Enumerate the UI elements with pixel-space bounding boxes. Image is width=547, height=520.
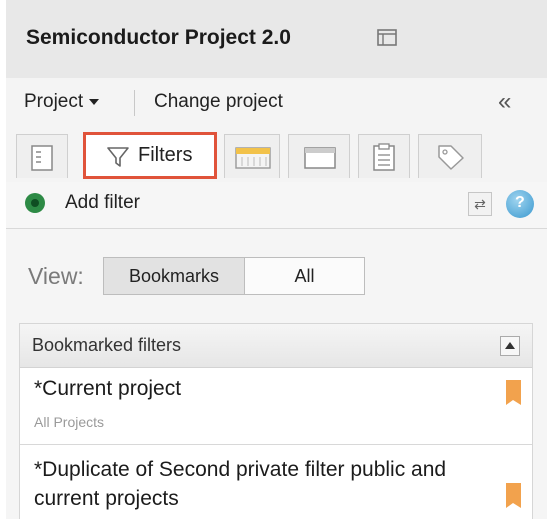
list-item[interactable]: *Duplicate of Second private filter publ… bbox=[20, 445, 532, 520]
tab-tags[interactable] bbox=[418, 134, 482, 178]
filter-toolbar: Add filter ⇄ ? bbox=[6, 182, 547, 229]
collapse-icon[interactable]: « bbox=[498, 88, 511, 116]
tab-timeline[interactable] bbox=[224, 134, 280, 178]
list-header: Bookmarked filters bbox=[20, 324, 532, 368]
title-bar: Semiconductor Project 2.0 bbox=[6, 0, 547, 78]
filter-name: *Current project bbox=[34, 377, 182, 400]
tab-details[interactable] bbox=[16, 134, 68, 178]
tab-filters[interactable]: Filters bbox=[83, 132, 217, 179]
view-toggle: Bookmarks All bbox=[103, 257, 365, 295]
bookmark-icon[interactable] bbox=[506, 380, 521, 405]
bookmark-icon[interactable] bbox=[506, 483, 521, 508]
help-icon[interactable]: ? bbox=[506, 190, 534, 218]
view-label: View: bbox=[28, 263, 84, 289]
timeline-icon bbox=[235, 147, 271, 169]
project-dropdown[interactable]: Project bbox=[24, 91, 100, 113]
tab-window[interactable] bbox=[288, 134, 350, 178]
filter-scope: All Projects bbox=[34, 414, 105, 430]
sync-icon[interactable]: ⇄ bbox=[468, 192, 492, 216]
filters-content: View: Bookmarks All Bookmarked filters *… bbox=[6, 229, 547, 520]
project-label: Project bbox=[24, 91, 84, 112]
clipboard-icon bbox=[373, 143, 395, 171]
filters-panel: Semiconductor Project 2.0 Project Change… bbox=[6, 0, 547, 520]
window-layout-icon[interactable] bbox=[377, 29, 397, 46]
bookmarked-filters-list: Bookmarked filters *Current project All … bbox=[19, 323, 533, 520]
project-bar: Project Change project « bbox=[6, 78, 547, 126]
add-filter-button[interactable]: Add filter bbox=[65, 192, 140, 214]
view-all-button[interactable]: All bbox=[245, 258, 364, 294]
chevron-down-icon bbox=[89, 98, 100, 105]
help-glyph: ? bbox=[515, 194, 525, 211]
tag-icon bbox=[438, 145, 464, 170]
view-bookmarks-button[interactable]: Bookmarks bbox=[104, 258, 245, 294]
list-header-label: Bookmarked filters bbox=[32, 335, 182, 355]
tab-filters-label: Filters bbox=[138, 144, 193, 166]
change-project-link[interactable]: Change project bbox=[154, 91, 283, 113]
page-title: Semiconductor Project 2.0 bbox=[26, 26, 291, 49]
list-item[interactable]: *Current project All Projects bbox=[20, 368, 532, 445]
add-icon[interactable] bbox=[25, 193, 45, 213]
scroll-up-button[interactable] bbox=[500, 336, 520, 356]
funnel-icon bbox=[107, 147, 129, 167]
window-icon bbox=[304, 147, 336, 169]
document-list-icon bbox=[31, 145, 53, 171]
tab-clipboard[interactable] bbox=[358, 134, 410, 178]
divider bbox=[134, 90, 135, 116]
tab-bar: Filters bbox=[6, 126, 547, 182]
filter-name: *Duplicate of Second private filter publ… bbox=[34, 458, 447, 510]
